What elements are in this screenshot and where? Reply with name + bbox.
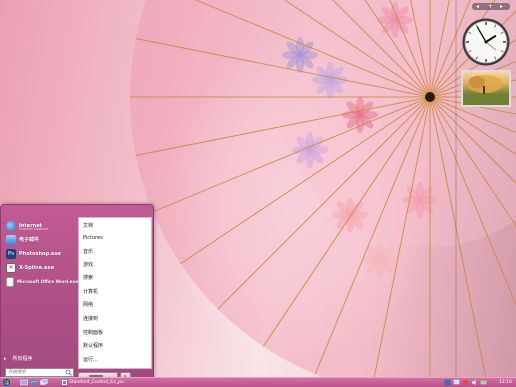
word-document-icon (6, 276, 14, 287)
taskbar-window-label: Standard_Control_Ex_pu (69, 380, 124, 385)
xspline-icon: ✕ (6, 262, 16, 273)
all-programs-button[interactable]: ▸ 所有程序 (4, 355, 33, 363)
menu-item-search[interactable]: 搜索 (83, 274, 93, 281)
pinned-program-xspline[interactable]: ✕ X-Spline.exe (4, 261, 77, 274)
pinned-program-email[interactable]: 电子邮件 (4, 233, 77, 246)
security-tray-icon[interactable] (462, 379, 469, 386)
mail-icon (6, 234, 16, 245)
start-orb-button[interactable] (1, 378, 12, 387)
internet-explorer-quicklaunch-icon[interactable] (30, 379, 38, 386)
start-search-box[interactable] (5, 368, 74, 377)
arrow-right-icon: ▸ (4, 355, 7, 362)
gadget-minimize-icon[interactable]: ◂ (476, 3, 479, 10)
clock-gadget[interactable] (461, 17, 511, 67)
switch-windows-icon[interactable] (40, 379, 48, 386)
taskbar-window-button[interactable]: Standard_Control_Ex_pu (62, 379, 132, 386)
program-label: X-Spline.exe (19, 264, 54, 271)
menu-item-pictures[interactable]: Pictures (83, 235, 103, 241)
gadget-next-icon[interactable]: ▸ (500, 3, 503, 10)
language-bar-icon[interactable] (444, 379, 451, 386)
slideshow-gadget[interactable] (461, 70, 511, 107)
internet-explorer-icon (6, 220, 16, 231)
menu-item-control-panel[interactable]: 控制面板 (83, 329, 103, 336)
start-menu: Internet Internet Explorer 电子邮件 Ps Photo… (0, 204, 154, 379)
menu-item-default-programs[interactable]: 默认程序 (83, 342, 103, 349)
window-app-icon (62, 380, 67, 385)
start-menu-programs-pane: Internet Internet Explorer 电子邮件 Ps Photo… (4, 217, 79, 367)
show-desktop-icon[interactable] (20, 379, 28, 386)
program-sublabel: Internet Explorer (19, 227, 49, 231)
menu-item-run[interactable]: 运行... (83, 356, 98, 363)
gadget-add-icon[interactable]: + (488, 3, 493, 10)
network-tray-icon[interactable] (453, 379, 460, 386)
search-icon[interactable] (65, 369, 72, 376)
taskbar: Standard_Control_Ex_pu 12:16 (0, 377, 516, 387)
menu-item-music[interactable]: 音乐 (83, 248, 93, 255)
all-programs-label: 所有程序 (12, 356, 33, 362)
menu-item-connect-to[interactable]: 连接到 (83, 315, 98, 322)
power-tray-icon[interactable] (480, 379, 487, 386)
program-label: 电子邮件 (19, 237, 40, 243)
start-menu-places-pane: 文档 Pictures 音乐 游戏 搜索 计算机 网络 连接到 控制面板 默认程… (78, 217, 152, 369)
pinned-program-word[interactable]: Microsoft Office Word.exe (4, 275, 79, 288)
menu-item-computer[interactable]: 计算机 (83, 288, 98, 295)
program-label: Photoshop.exe (19, 250, 61, 257)
volume-tray-icon[interactable] (471, 379, 478, 386)
start-search-input[interactable] (6, 369, 66, 376)
menu-item-games[interactable]: 游戏 (83, 261, 93, 268)
program-label: Microsoft Office Word.exe (17, 279, 79, 284)
taskbar-clock[interactable]: 12:16 (499, 380, 512, 385)
menu-item-documents[interactable]: 文档 (83, 222, 93, 229)
pinned-program-photoshop[interactable]: Ps Photoshop.exe (4, 247, 77, 260)
photoshop-icon: Ps (6, 248, 16, 259)
pinned-program-internet[interactable]: Internet Internet Explorer (4, 219, 77, 232)
autumn-tree-photo (463, 75, 509, 105)
gadget-sidebar-controls[interactable]: ◂ + ▸ (472, 3, 510, 10)
menu-item-network[interactable]: 网络 (83, 301, 93, 308)
